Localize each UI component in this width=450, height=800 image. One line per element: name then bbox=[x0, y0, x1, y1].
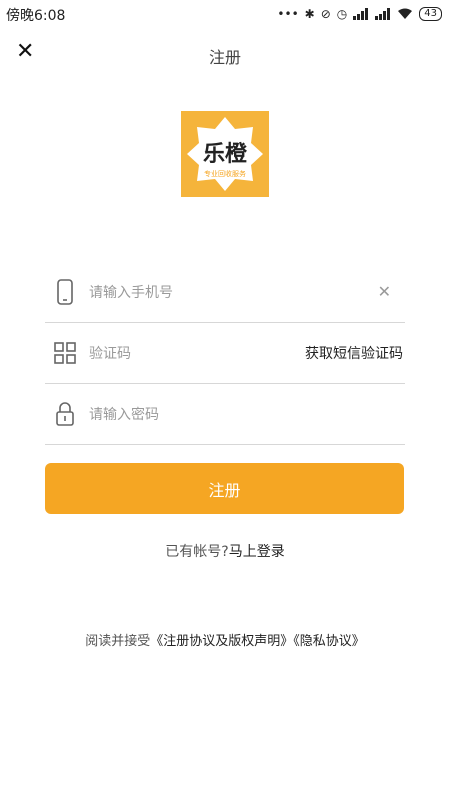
code-input[interactable] bbox=[87, 337, 281, 371]
signal-icon bbox=[353, 8, 369, 20]
password-input[interactable] bbox=[87, 398, 351, 432]
agreement-text: 阅读并接受 bbox=[85, 634, 151, 649]
battery-indicator: 43 bbox=[419, 7, 442, 21]
login-prompt-text: 已有帐号? bbox=[165, 544, 229, 560]
alarm-icon: ◷ bbox=[336, 7, 348, 21]
privacy-link[interactable]: 《隐私协议》 bbox=[293, 634, 365, 649]
login-prompt: 已有帐号?马上登录 bbox=[0, 541, 450, 561]
status-time: 傍晚6:08 bbox=[6, 8, 66, 24]
lock-icon bbox=[56, 402, 74, 426]
status-bar: 傍晚6:08 ••• ✱ ⊘ ◷ 43 bbox=[0, 0, 450, 30]
bluetooth-icon: ✱ bbox=[304, 7, 315, 21]
password-row bbox=[45, 384, 405, 445]
app-logo: 乐橙 专业回收服务 bbox=[181, 111, 269, 197]
page-title: 注册 bbox=[208, 48, 241, 67]
signal-icon bbox=[375, 8, 391, 20]
phone-input[interactable] bbox=[87, 276, 351, 310]
code-row: 获取短信验证码 bbox=[45, 323, 405, 384]
logo-graphic: 乐橙 专业回收服务 bbox=[181, 111, 269, 197]
phone-row: ✕ bbox=[45, 262, 405, 323]
status-icons: ••• ✱ ⊘ ◷ 43 bbox=[277, 5, 442, 23]
grid-icon bbox=[54, 342, 76, 364]
clear-icon[interactable]: ✕ bbox=[378, 282, 391, 301]
get-sms-code-button[interactable]: 获取短信验证码 bbox=[305, 343, 403, 363]
mute-icon: ⊘ bbox=[320, 7, 331, 21]
terms-link[interactable]: 《注册协议及版权声明》 bbox=[150, 634, 293, 649]
wifi-icon bbox=[398, 8, 413, 19]
agreement: 阅读并接受《注册协议及版权声明》《隐私协议》 bbox=[0, 630, 450, 649]
login-link[interactable]: 马上登录 bbox=[229, 544, 285, 560]
phone-icon bbox=[57, 279, 73, 305]
register-button[interactable]: 注册 bbox=[45, 463, 404, 514]
logo-sub-text: 专业回收服务 bbox=[204, 169, 246, 178]
dots-icon: ••• bbox=[277, 7, 299, 21]
logo-main-text: 乐橙 bbox=[203, 142, 248, 167]
